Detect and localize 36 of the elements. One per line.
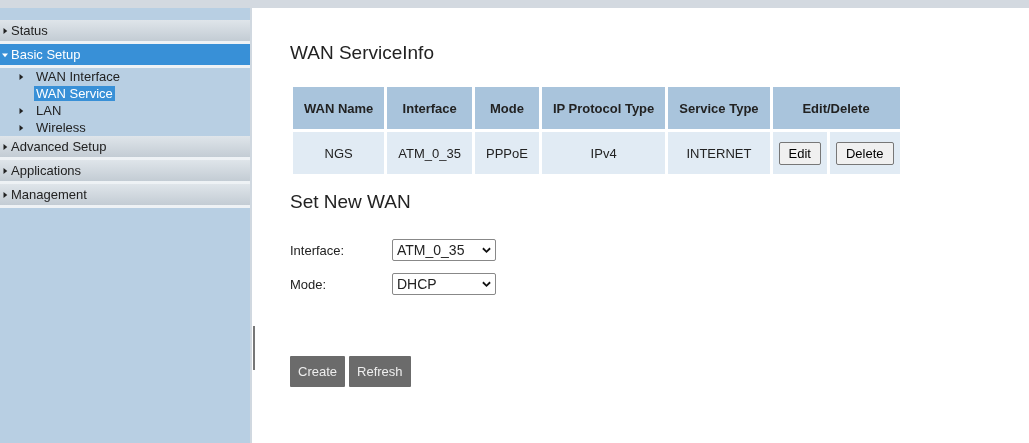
table-cell: INTERNET (668, 132, 770, 174)
chevron-down-icon (482, 280, 491, 288)
refresh-button[interactable]: Refresh (349, 356, 411, 387)
column-header: Interface (387, 87, 472, 129)
edit-button[interactable]: Edit (778, 141, 821, 165)
caret-right-icon (2, 191, 8, 198)
table-cell: ATM_0_35 (387, 132, 472, 174)
create-button[interactable]: Create (290, 356, 346, 387)
column-header: Mode (475, 87, 539, 129)
field-label: Mode: (290, 276, 328, 292)
table-cell: NGS (293, 132, 385, 174)
table-cell: PPPoE (475, 132, 539, 174)
column-header: Service Type (668, 87, 770, 129)
field-label: Interface: (290, 242, 346, 258)
dropdown[interactable]: ATM_0_35 (392, 239, 496, 261)
caret-right-icon (2, 27, 8, 34)
section-title: WAN ServiceInfo (290, 42, 435, 64)
table-cell: IPv4 (541, 132, 666, 174)
chevron-down-icon (482, 246, 491, 254)
caret-right-icon (2, 167, 8, 174)
submenu-item[interactable]: WAN Interface (34, 69, 123, 84)
caret-right-icon (2, 143, 8, 150)
column-header: Edit/Delete (772, 87, 900, 129)
submenu-item[interactable]: LAN (34, 103, 64, 118)
section-title: Set New WAN (290, 191, 412, 213)
menu-item[interactable]: Management (0, 184, 250, 208)
delete-button[interactable]: Delete (835, 141, 894, 165)
menu-item[interactable]: Status (0, 20, 250, 44)
submenu-item[interactable]: Wireless (34, 120, 88, 135)
menu-item[interactable]: Advanced Setup (0, 136, 250, 160)
caret-down-icon (2, 51, 8, 58)
dropdown[interactable]: DHCP (392, 273, 496, 295)
resize-handle[interactable] (253, 326, 255, 370)
menu-item[interactable]: Applications (0, 160, 250, 184)
column-header: IP Protocol Type (541, 87, 666, 129)
column-header: WAN Name (293, 87, 385, 129)
